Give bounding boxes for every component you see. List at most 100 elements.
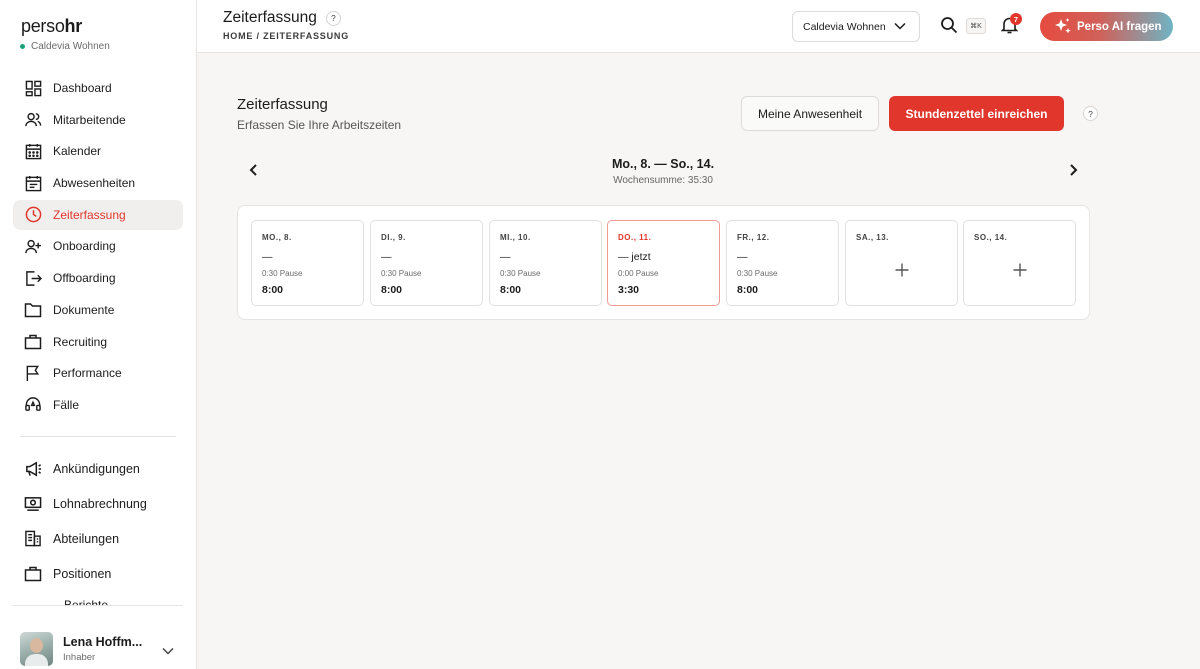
logout-icon (24, 269, 42, 287)
plus-icon[interactable] (1009, 259, 1031, 281)
folder-icon (24, 301, 42, 319)
clock-icon (24, 206, 42, 224)
day-label: FR., 12. (737, 233, 770, 242)
user-plus-icon (24, 237, 42, 255)
sidebar-item-label: Dashboard (53, 81, 112, 95)
week-range: Mo., 8. — So., 14. (611, 157, 715, 171)
sidebar-item-label: Positionen (53, 566, 112, 581)
chevron-right-icon[interactable] (1065, 162, 1081, 178)
ask-ai-label: Perso AI fragen (1077, 20, 1162, 33)
sidebar-item-departments[interactable]: Abteilungen (13, 522, 183, 555)
day-label: SA., 13. (856, 233, 889, 242)
my-attendance-button[interactable]: Meine Anwesenheit (741, 96, 879, 131)
sidebar-item-positions[interactable]: Positionen (13, 557, 183, 590)
day-time: — (500, 251, 511, 263)
day-total: 8:00 (262, 284, 284, 296)
sidebar-item-label: Abwesenheiten (53, 176, 136, 191)
sidebar-item-label: Ankündigungen (53, 461, 140, 476)
day-card-today[interactable]: DO., 11. — jetzt 0:00 Pause 3:30 (607, 220, 720, 306)
dashboard-icon (24, 79, 42, 97)
sidebar-item-label: Dokumente (53, 302, 115, 317)
submit-timesheet-button[interactable]: Stundenzettel einreichen (889, 96, 1064, 131)
sidebar-item-employees[interactable]: Mitarbeitende (13, 105, 183, 135)
ask-ai-button[interactable]: Perso AI fragen (1040, 12, 1173, 41)
sidebar-item-absences[interactable]: Abwesenheiten (13, 168, 183, 198)
day-pause: 0:30 Pause (737, 269, 778, 278)
company-select-value: Caldevia Wohnen (803, 20, 886, 33)
sidebar-item-payroll[interactable]: Lohnabrechnung (13, 487, 183, 520)
day-pause: 0:00 Pause (618, 269, 659, 278)
day-time: — jetzt (618, 251, 651, 263)
briefcase-icon (24, 565, 42, 583)
sidebar-item-onboarding[interactable]: Onboarding (13, 231, 183, 261)
plus-icon[interactable] (891, 259, 913, 281)
day-total: 8:00 (500, 284, 522, 296)
page-header: Zeiterfassung ? (223, 9, 341, 27)
day-total: 8:00 (737, 284, 759, 296)
megaphone-icon (24, 460, 42, 478)
status-dot (20, 44, 25, 49)
day-total: 8:00 (381, 284, 403, 296)
day-card[interactable]: MI., 10. — 0:30 Pause 8:00 (489, 220, 602, 306)
day-pause: 0:30 Pause (381, 269, 422, 278)
sidebar-item-calendar[interactable]: Kalender (13, 136, 183, 166)
sidebar: persohr Caldevia Wohnen Dashboard Mitarb… (0, 0, 197, 669)
avatar (20, 632, 53, 666)
sidebar-item-documents[interactable]: Dokumente (13, 295, 183, 325)
shortcut-hint: ⌘K (966, 18, 986, 34)
sparkles-icon (1053, 17, 1072, 39)
brand-logo[interactable]: persohr (21, 16, 82, 37)
day-pause: 0:30 Pause (500, 269, 541, 278)
day-card[interactable]: FR., 12. — 0:30 Pause 8:00 (726, 220, 839, 306)
day-time: — (381, 251, 392, 263)
calendar-icon (24, 142, 42, 160)
user-name: Lena Hoffm... (63, 635, 143, 649)
day-time: — (262, 251, 273, 263)
sidebar-item-label: Recruiting (53, 334, 108, 349)
chevron-down-icon[interactable] (162, 642, 174, 660)
day-total: 3:30 (618, 284, 640, 296)
sidebar-item-time-tracking[interactable]: Zeiterfassung (13, 199, 183, 230)
day-label: DO., 11. (618, 233, 652, 242)
day-label: MO., 8. (262, 233, 292, 242)
sidebar-item-label: Kalender (53, 144, 102, 159)
day-card[interactable]: MO., 8. — 0:30 Pause 8:00 (251, 220, 364, 306)
chevron-down-icon (894, 21, 906, 33)
search-icon[interactable] (940, 16, 960, 36)
help-icon[interactable]: ? (1083, 106, 1098, 121)
secondary-nav: Ankündigungen Lohnabrechnung Abteilungen… (13, 452, 183, 592)
day-card-empty[interactable]: SA., 13. (845, 220, 958, 306)
user-menu[interactable]: Lena Hoffm... Inhaber (20, 632, 180, 666)
sidebar-item-cases[interactable]: Fälle (13, 390, 183, 420)
sidebar-item-recruiting[interactable]: Recruiting (13, 327, 183, 357)
sidebar-item-performance[interactable]: Performance (13, 358, 183, 388)
users-icon (24, 111, 42, 129)
day-label: SO., 14. (974, 233, 1008, 242)
sidebar-item-dashboard[interactable]: Dashboard (13, 73, 183, 103)
breadcrumb[interactable]: HOME / ZEITERFASSUNG (223, 31, 349, 41)
company-indicator: Caldevia Wohnen (20, 41, 110, 52)
company-name: Caldevia Wohnen (31, 41, 110, 52)
week-sum: Wochensumme: 35:30 (613, 175, 713, 186)
week-panel: MO., 8. — 0:30 Pause 8:00 DI., 9. — 0:30… (237, 205, 1090, 320)
day-label: MI., 10. (500, 233, 531, 242)
section-title: Zeiterfassung (237, 96, 328, 113)
flag-icon (24, 364, 42, 382)
day-card-empty[interactable]: SO., 14. (963, 220, 1076, 306)
help-icon[interactable]: ? (325, 10, 341, 26)
briefcase-icon (24, 333, 42, 351)
building-icon (24, 530, 42, 548)
sidebar-item-announcements[interactable]: Ankündigungen (13, 452, 183, 485)
user-role: Inhaber (63, 652, 96, 663)
sidebar-item-offboarding[interactable]: Offboarding (13, 263, 183, 293)
sidebar-item-label: Performance (53, 366, 122, 381)
sidebar-item-label: Mitarbeitende (53, 112, 126, 127)
notification-badge: 7 (1010, 13, 1022, 25)
chevron-left-icon[interactable] (246, 162, 262, 178)
day-card[interactable]: DI., 9. — 0:30 Pause 8:00 (370, 220, 483, 306)
day-label: DI., 9. (381, 233, 406, 242)
payroll-icon (24, 495, 42, 513)
company-select[interactable]: Caldevia Wohnen (792, 11, 920, 42)
topbar: Zeiterfassung ? HOME / ZEITERFASSUNG Cal… (197, 0, 1200, 53)
user-divider (13, 605, 183, 606)
